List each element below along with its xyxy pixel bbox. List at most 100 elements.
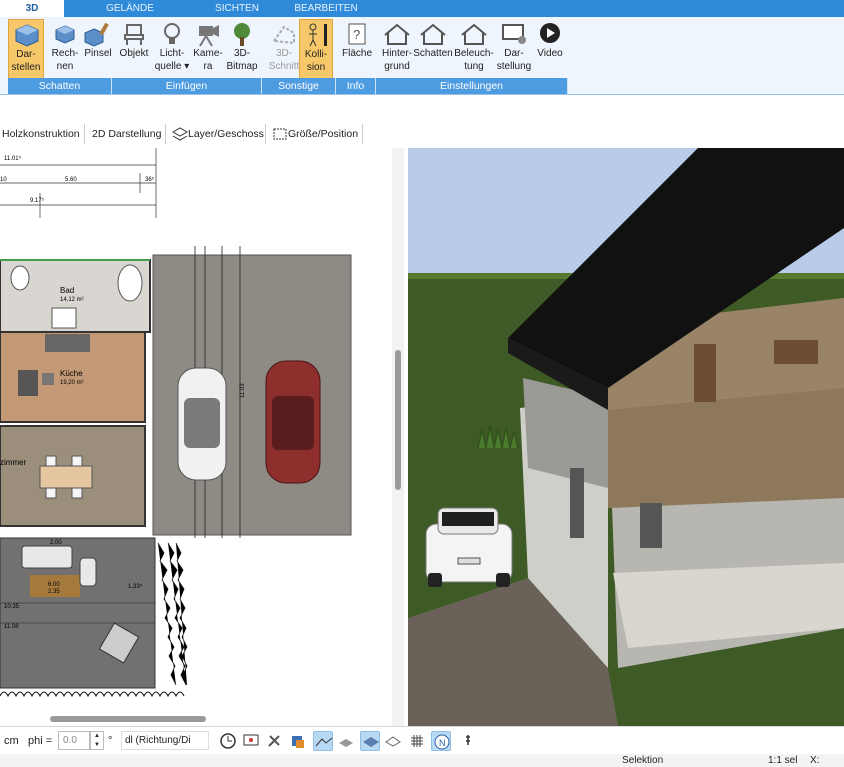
dim-label: 9.17⁵ [30, 197, 45, 204]
phi-degree: ° [108, 735, 113, 747]
tools-icon [268, 735, 280, 747]
schatten-button[interactable]: Schatten [413, 19, 453, 79]
pinsel-button[interactable]: Pinsel [78, 19, 118, 79]
video-button[interactable]: Video [530, 19, 570, 79]
beleuchtung-button[interactable]: Beleuch-tung [454, 19, 494, 79]
cube-render-icon [15, 24, 39, 47]
room-area-kueche: 19,20 m² [60, 380, 84, 386]
walls-button[interactable] [336, 731, 356, 751]
monitor-button[interactable] [241, 731, 261, 751]
layers-icon [172, 127, 188, 141]
3d-schnitt-button[interactable]: 3D- Schnitt [264, 19, 304, 79]
3d-bitmap-button[interactable]: 3D- Bitmap [222, 19, 262, 79]
3d-scene [408, 148, 844, 726]
light-bulb-icon [164, 23, 180, 44]
layer-geschoss-label: Layer/Geschoss [188, 128, 264, 140]
phi-spinner[interactable]: ▲ ▼ [90, 731, 104, 750]
dim-label: 2.35 [48, 589, 60, 595]
dim-label: 36⁵ [145, 176, 155, 183]
plan-horizontal-scroll-thumb[interactable] [50, 716, 206, 722]
dim-label: 11.08 [4, 624, 19, 630]
area-question-icon: ? [348, 23, 366, 45]
north-icon: N [434, 734, 450, 750]
groesse-position-label: Größe/Position [288, 128, 359, 140]
status-mode: Selektion [622, 755, 664, 766]
floor-plan-drawing: 11.01⁵ 10 5.60 36⁵ 9.17⁵ 11.03 Bad 14,12… [0, 148, 352, 706]
room-name-bad: Bad [60, 286, 74, 295]
white-car [177, 367, 227, 481]
objekt-button[interactable]: Objekt [114, 19, 154, 79]
phi-label: phi = [28, 735, 53, 747]
darstellen-button[interactable]: Dar-stellen [8, 19, 44, 79]
terrain-icon [315, 737, 333, 747]
dim-label: 6.00 [48, 582, 60, 588]
monitor-settings-icon [502, 24, 526, 44]
darstellung-button[interactable]: Dar-stellung [494, 19, 534, 79]
layer-geschoss-button[interactable]: Layer/Geschoss [172, 126, 264, 142]
tab-sichten[interactable]: SICHTEN [208, 0, 266, 17]
separator [84, 124, 85, 144]
floor-button[interactable] [360, 731, 380, 751]
flaeche-button[interactable]: ? Fläche [337, 19, 377, 79]
grid-icon [411, 735, 423, 747]
chair-icon [124, 24, 144, 45]
group-einfuegen: Einfügen [112, 78, 262, 94]
phi-input[interactable] [58, 731, 90, 750]
direction-select[interactable]: dl (Richtung/Di [121, 731, 209, 750]
status-x: X: [810, 755, 820, 766]
pin-button[interactable] [458, 731, 478, 751]
group-sonstige: Sonstige [262, 78, 336, 94]
ribbon-tab-bar: 3D GELÄNDE SICHTEN BEARBEITEN [0, 0, 844, 17]
dim-label: 10.35 [4, 604, 20, 610]
separator [265, 124, 266, 144]
tab-gelaende[interactable]: GELÄNDE [100, 0, 160, 17]
tools-button[interactable] [264, 731, 284, 751]
tree-icon [234, 23, 250, 46]
3d-view[interactable] [408, 148, 844, 726]
room-name-wohnzimmer: zimmer [0, 458, 27, 467]
house-background-icon [384, 23, 410, 45]
terrain-button[interactable] [313, 731, 333, 751]
dim-label: 11.01⁵ [4, 155, 22, 162]
resize-icon [273, 128, 287, 140]
roof-toggle-button[interactable] [383, 731, 403, 751]
dim-label: 5.60 [65, 177, 77, 183]
section-cut-icon [272, 25, 295, 45]
toilet [10, 265, 30, 291]
bathtub [117, 264, 143, 302]
dim-label: 1.33⁵ [128, 583, 143, 590]
pin-icon [466, 735, 470, 745]
dim-label: 10 [0, 177, 7, 183]
clock-button[interactable] [218, 731, 238, 751]
brush-cube-icon [84, 22, 109, 47]
room-name-kueche: Küche [60, 369, 83, 378]
group-einstellungen: Einstellungen [376, 78, 568, 94]
svg-text:?: ? [353, 27, 360, 42]
tab-bearbeiten[interactable]: BEARBEITEN [290, 0, 362, 17]
separator [165, 124, 166, 144]
dim-label: 11.03 [240, 383, 246, 398]
grid-button[interactable] [407, 731, 427, 751]
hintergrund-button[interactable]: Hinter-grund [377, 19, 417, 79]
status-scale: 1:1 sel [768, 755, 798, 766]
play-icon [540, 23, 560, 43]
house-shadow-icon [420, 23, 446, 45]
floor-icon [363, 737, 379, 747]
2d-darstellung-button[interactable]: 2D Darstellung [92, 126, 161, 142]
group-schatten: Schatten [8, 78, 112, 94]
holzkonstruktion-button[interactable]: Holzkonstruktion [2, 126, 80, 142]
dim-label: 2.00 [50, 540, 62, 546]
red-car [265, 360, 321, 484]
groesse-position-button[interactable]: Größe/Position [272, 126, 358, 142]
status-bar: Selektion 1:1 sel X: [0, 754, 844, 767]
kollision-button[interactable]: Kolli-sion [299, 19, 333, 79]
tab-3d[interactable]: 3D [0, 0, 64, 17]
lichtquelle-button[interactable]: Licht-quelle ▾ [152, 19, 192, 79]
direction-select-value: dl (Richtung/Di [125, 735, 191, 746]
floor-plan-view[interactable]: 11.01⁵ 10 5.60 36⁵ 9.17⁵ 11.03 Bad 14,12… [0, 148, 405, 726]
north-button[interactable]: N [431, 731, 451, 751]
layer-color-button[interactable] [288, 731, 308, 751]
plan-vertical-scroll-thumb[interactable] [395, 350, 401, 490]
unit-label: cm [4, 735, 19, 747]
plan-toolbar: Holzkonstruktion 2D Darstellung Layer/Ge… [0, 120, 844, 148]
